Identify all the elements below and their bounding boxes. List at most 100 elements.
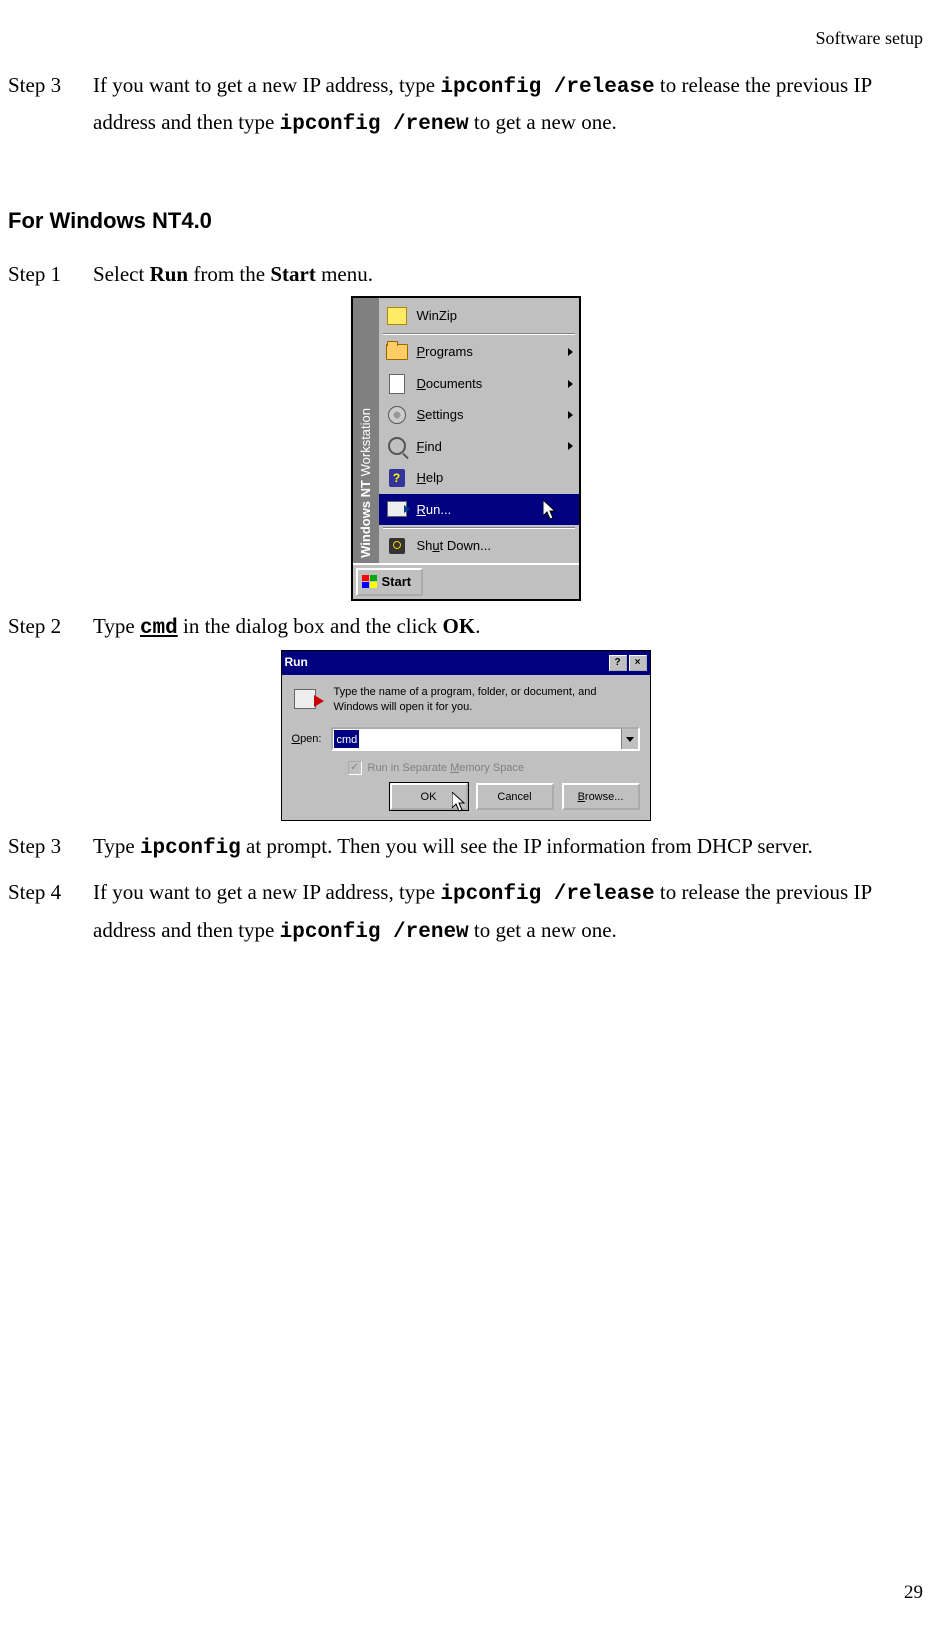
menu-label: Find bbox=[417, 436, 560, 457]
button-label: Browse... bbox=[578, 788, 624, 806]
accel: D bbox=[417, 376, 426, 391]
page: Software setup Step 3 If you want to get… bbox=[0, 0, 941, 1630]
menu-item-shutdown[interactable]: Shut Down... bbox=[379, 530, 579, 561]
browse-button[interactable]: Browse... bbox=[562, 783, 640, 810]
dialog-description: Type the name of a program, folder, or d… bbox=[334, 685, 640, 717]
start-menu: Windows NT Workstation WinZip Programs bbox=[351, 296, 581, 601]
text: at prompt. Then you will see the IP info… bbox=[241, 834, 813, 858]
step-body: If you want to get a new IP address, typ… bbox=[93, 875, 923, 950]
shutdown-icon bbox=[385, 536, 409, 556]
windows-logo-icon bbox=[362, 575, 378, 589]
step-body: Type ipconfig at prompt. Then you will s… bbox=[93, 829, 923, 867]
run-icon bbox=[385, 499, 409, 519]
menu-item-documents[interactable]: Documents bbox=[379, 368, 579, 399]
accel: P bbox=[417, 344, 426, 359]
start-label: Start bbox=[382, 571, 412, 592]
help-button[interactable]: ? bbox=[609, 655, 627, 671]
text: Sh bbox=[417, 538, 433, 553]
menu-label: Help bbox=[417, 467, 573, 488]
cursor-icon bbox=[543, 500, 561, 522]
step-body: Select Run from the Start menu. bbox=[93, 257, 923, 292]
start-button[interactable]: Start bbox=[356, 568, 424, 595]
programs-icon bbox=[385, 342, 409, 362]
menu-label: Documents bbox=[417, 373, 560, 394]
find-icon bbox=[385, 436, 409, 456]
checkbox[interactable]: ✓ bbox=[348, 761, 362, 775]
step-label: Step 3 bbox=[8, 68, 93, 103]
step-3-bottom: Step 3 Type ipconfig at prompt. Then you… bbox=[8, 829, 923, 867]
button-label: Cancel bbox=[497, 788, 531, 806]
start-menu-sidebar: Windows NT Workstation bbox=[353, 298, 379, 564]
code-ipconfig-release: ipconfig /release bbox=[440, 76, 654, 99]
accel: H bbox=[417, 470, 426, 485]
dropdown-arrow-icon[interactable] bbox=[621, 729, 638, 749]
menu-item-find[interactable]: Find bbox=[379, 431, 579, 462]
cancel-button[interactable]: Cancel bbox=[476, 783, 554, 810]
run-dialog-icon bbox=[292, 685, 324, 717]
menu-item-settings[interactable]: Settings bbox=[379, 399, 579, 430]
figure-start-menu: Windows NT Workstation WinZip Programs bbox=[8, 296, 923, 601]
step-label: Step 1 bbox=[8, 257, 93, 292]
menu-item-run[interactable]: Run... bbox=[379, 494, 579, 525]
checkbox-label: Run in Separate Memory Space bbox=[368, 759, 525, 777]
accel: R bbox=[417, 502, 426, 517]
open-label: Open: bbox=[292, 730, 322, 748]
text: un... bbox=[426, 502, 451, 517]
run-dialog: Run ? × Type the name of a program, fold… bbox=[281, 650, 651, 821]
open-combobox[interactable]: cmd bbox=[331, 727, 639, 751]
settings-icon bbox=[385, 405, 409, 425]
separate-memory-checkbox-row: ✓ Run in Separate Memory Space bbox=[348, 759, 640, 777]
step-body: If you want to get a new IP address, typ… bbox=[93, 68, 923, 143]
titlebar: Run ? × bbox=[282, 651, 650, 675]
text: to get a new one. bbox=[469, 918, 617, 942]
taskbar: Start bbox=[353, 563, 579, 598]
open-input-value[interactable]: cmd bbox=[334, 730, 359, 748]
text: If you want to get a new IP address, typ… bbox=[93, 73, 440, 97]
text: ind bbox=[424, 439, 441, 454]
text: Run in Separate bbox=[368, 762, 451, 774]
accel: B bbox=[578, 791, 585, 803]
accel: u bbox=[432, 538, 439, 553]
text: Type bbox=[93, 834, 140, 858]
bold-run: Run bbox=[150, 262, 189, 286]
start-menu-items: WinZip Programs Documents bbox=[379, 298, 579, 564]
dialog-title: Run bbox=[285, 653, 308, 673]
text: rowse... bbox=[585, 791, 624, 803]
menu-label: Shut Down... bbox=[417, 535, 573, 556]
menu-item-programs[interactable]: Programs bbox=[379, 336, 579, 367]
menu-separator bbox=[383, 333, 575, 334]
winzip-icon bbox=[385, 306, 409, 326]
menu-label: WinZip bbox=[417, 305, 573, 326]
documents-icon bbox=[385, 374, 409, 394]
text: menu. bbox=[316, 262, 373, 286]
code-cmd: cmd bbox=[140, 617, 178, 640]
step-3-top: Step 3 If you want to get a new IP addre… bbox=[8, 68, 923, 143]
step-2: Step 2 Type cmd in the dialog box and th… bbox=[8, 609, 923, 647]
text: Type bbox=[93, 614, 140, 638]
sidebar-text: Windows NT Workstation bbox=[355, 408, 376, 558]
text: pen: bbox=[300, 733, 321, 745]
code-ipconfig-renew: ipconfig /renew bbox=[280, 113, 469, 136]
menu-item-help[interactable]: ? Help bbox=[379, 462, 579, 493]
close-button[interactable]: × bbox=[629, 655, 647, 671]
text: to get a new one. bbox=[469, 110, 617, 134]
step-body: Type cmd in the dialog box and the click… bbox=[93, 609, 923, 647]
text: emory Space bbox=[459, 762, 524, 774]
text: ocuments bbox=[426, 376, 482, 391]
step-label: Step 2 bbox=[8, 609, 93, 644]
help-icon: ? bbox=[385, 468, 409, 488]
menu-item-winzip[interactable]: WinZip bbox=[379, 300, 579, 331]
bold-start: Start bbox=[270, 262, 316, 286]
running-header: Software setup bbox=[8, 24, 923, 54]
text: elp bbox=[426, 470, 443, 485]
brand: Windows NT bbox=[358, 480, 373, 558]
submenu-arrow-icon bbox=[568, 348, 573, 356]
code-ipconfig-renew: ipconfig /renew bbox=[280, 921, 469, 944]
text: in the dialog box and the click bbox=[178, 614, 443, 638]
step-label: Step 4 bbox=[8, 875, 93, 910]
text: t Down... bbox=[440, 538, 491, 553]
submenu-arrow-icon bbox=[568, 380, 573, 388]
page-number: 29 bbox=[904, 1577, 923, 1608]
text: . bbox=[475, 614, 480, 638]
ok-button[interactable]: OK bbox=[390, 783, 468, 810]
